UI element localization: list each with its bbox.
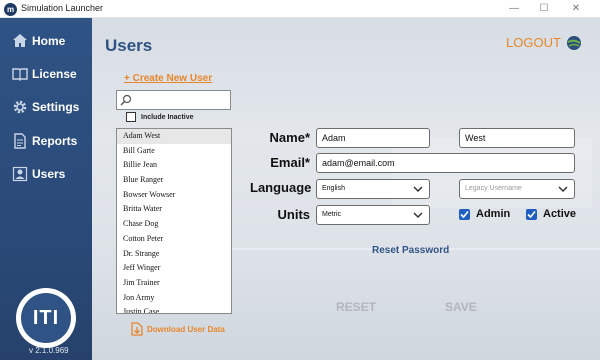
list-item[interactable]: Justin Case (117, 305, 231, 313)
list-item[interactable]: Bill Garte (117, 144, 231, 159)
include-inactive-label: Include Inactive (141, 113, 194, 121)
list-item[interactable]: Jeff Winger (117, 261, 231, 276)
units-value: Metric (322, 211, 342, 218)
legacy-username-placeholder: Legacy Username (465, 185, 522, 192)
logo-text: ITI (21, 293, 71, 343)
sidebar-item-home[interactable]: Home (11, 30, 65, 52)
list-item[interactable]: Adam West (117, 129, 231, 144)
minimize-button[interactable]: — (500, 1, 528, 16)
list-item[interactable]: Chase Dog (117, 217, 231, 232)
sidebar-item-settings[interactable]: Settings (11, 96, 79, 118)
first-name-field[interactable]: Adam (316, 128, 430, 148)
units-label: Units (277, 207, 311, 222)
download-label: Download User Data (147, 324, 225, 334)
maximize-button[interactable]: ☐ (530, 1, 558, 16)
checkmark-icon[interactable] (459, 208, 470, 220)
gear-icon (11, 99, 28, 116)
create-new-user-link[interactable]: + Create New User (124, 73, 212, 84)
list-item[interactable]: Dr. Strange (117, 247, 231, 262)
name-label: Name* (269, 130, 310, 145)
language-select[interactable]: English (316, 179, 430, 199)
chevron-down-icon (413, 186, 423, 193)
iti-logo: ITI (16, 288, 76, 348)
active-label: Active (543, 208, 577, 220)
sidebar-item-license[interactable]: License (11, 63, 77, 85)
reset-password-link[interactable]: Reset Password (372, 245, 449, 256)
book-icon (11, 66, 28, 83)
sidebar-item-label: Users (32, 167, 66, 181)
globe-icon[interactable] (566, 35, 582, 51)
admin-checkbox[interactable]: Admin (459, 208, 510, 220)
checkmark-icon[interactable] (526, 208, 537, 220)
sidebar-item-users[interactable]: Users (11, 163, 65, 185)
sidebar-item-reports[interactable]: Reports (11, 130, 77, 152)
version-label: v 2.1.0.969 (29, 346, 69, 355)
list-item[interactable]: Cotton Peter (117, 232, 231, 247)
sidebar-item-label: License (32, 67, 77, 81)
logout-link[interactable]: LOGOUT (506, 35, 561, 50)
language-value: English (322, 185, 345, 192)
chevron-down-icon (413, 212, 423, 219)
window-title: Simulation Launcher (21, 3, 104, 13)
page-title: Users (105, 36, 153, 55)
last-name-field[interactable]: West (459, 128, 575, 148)
home-icon (11, 33, 28, 50)
list-item[interactable]: Blue Ranger (117, 173, 231, 188)
admin-label: Admin (476, 208, 511, 220)
chevron-down-icon (558, 186, 568, 193)
search-input[interactable] (116, 90, 231, 110)
list-item[interactable]: Bowser Wowser (117, 188, 231, 203)
legacy-username-select[interactable]: Legacy Username (459, 179, 575, 199)
list-item[interactable]: Billie Jean (117, 158, 231, 173)
checkbox-box[interactable] (126, 112, 136, 122)
list-item[interactable]: Jon Army (117, 291, 231, 306)
main-content: Users LOGOUT + Create New User Include I… (92, 18, 600, 360)
language-label: Language (250, 180, 312, 195)
user-icon (11, 166, 28, 183)
list-item[interactable]: Jim Trainer (117, 276, 231, 291)
user-list[interactable]: Adam West Bill Garte Billie Jean Blue Ra… (116, 128, 232, 314)
document-icon (11, 133, 28, 150)
sidebar-item-label: Reports (32, 134, 78, 148)
close-button[interactable]: ✕ (562, 1, 590, 16)
email-label: Email* (270, 155, 310, 170)
include-inactive-checkbox[interactable]: Include Inactive (126, 112, 194, 122)
reset-button[interactable]: RESET (336, 300, 376, 314)
email-field[interactable]: adam@email.com (316, 153, 575, 173)
search-icon (120, 94, 132, 106)
active-checkbox[interactable]: Active (526, 208, 576, 220)
app-icon: m (4, 3, 17, 16)
units-select[interactable]: Metric (316, 205, 430, 225)
title-bar: m Simulation Launcher — ☐ ✕ (0, 0, 600, 18)
download-file-icon (131, 322, 143, 336)
sidebar: Home License Settings Reports Users ITI (0, 18, 92, 360)
list-item[interactable]: Britta Water (117, 202, 231, 217)
save-button[interactable]: SAVE (445, 300, 477, 314)
sidebar-item-label: Settings (32, 100, 80, 114)
download-user-data-link[interactable]: Download User Data (130, 322, 225, 336)
sidebar-item-label: Home (32, 34, 66, 48)
